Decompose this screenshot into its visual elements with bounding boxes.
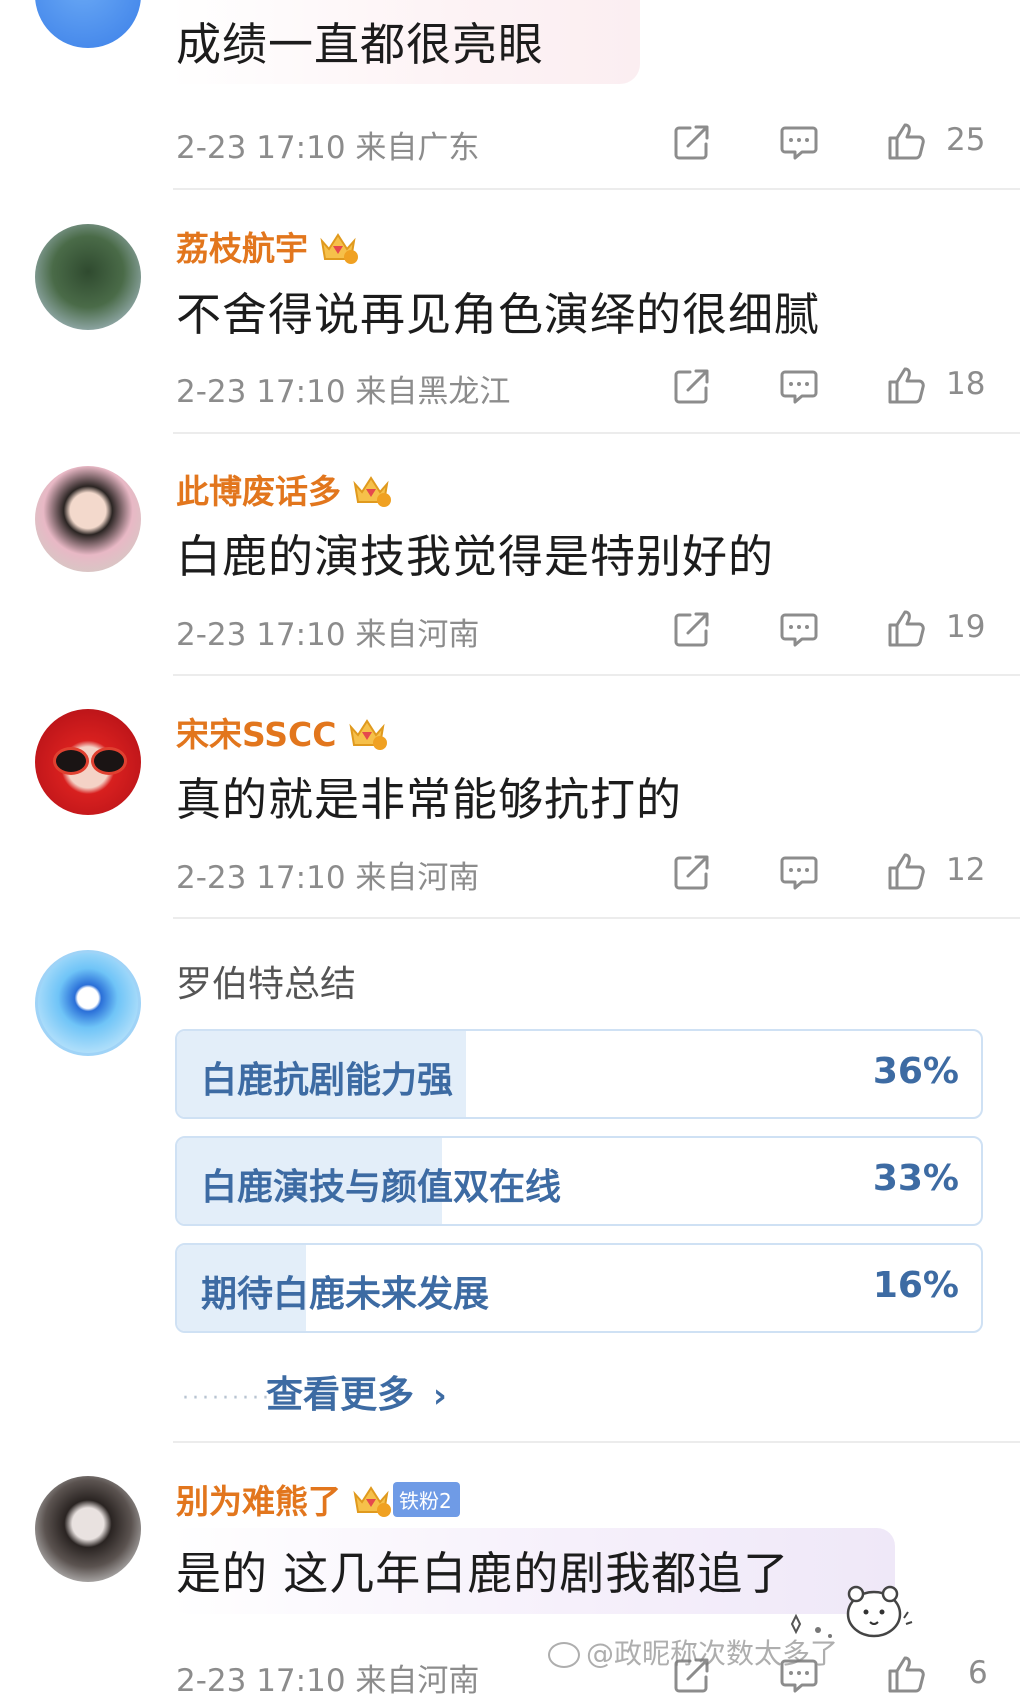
poll-option-percent: 36% bbox=[872, 1051, 959, 1092]
like-count: 18 bbox=[946, 366, 986, 402]
like-icon[interactable] bbox=[884, 120, 928, 164]
like-count: 6 bbox=[968, 1655, 988, 1691]
crown-icon bbox=[348, 719, 387, 750]
like-count: 25 bbox=[946, 122, 986, 158]
poll-option[interactable]: 白鹿演技与颜值双在线 33% bbox=[175, 1136, 983, 1226]
like-icon[interactable] bbox=[884, 850, 928, 894]
comment-actions: 19 bbox=[0, 607, 1020, 657]
share-icon[interactable] bbox=[670, 364, 714, 408]
view-more-label[interactable]: 查看更多 bbox=[266, 1373, 414, 1416]
like-count: 12 bbox=[946, 852, 986, 888]
comment-icon[interactable] bbox=[777, 607, 821, 651]
comment-text: 真的就是非常能够抗打的 bbox=[176, 773, 683, 826]
crown-icon bbox=[320, 233, 358, 264]
sunglasses-shape bbox=[53, 747, 89, 775]
user-name-text[interactable]: 宋宋SSCC bbox=[176, 708, 337, 756]
divider bbox=[173, 432, 1020, 434]
fan-badge: 铁粉2 bbox=[393, 1481, 460, 1517]
comment-actions: 25 bbox=[0, 120, 1020, 170]
view-more-link[interactable]: 查看更多 › bbox=[266, 1364, 447, 1418]
user-name[interactable]: 荔枝航宇 bbox=[176, 222, 358, 270]
comment-icon[interactable] bbox=[777, 850, 821, 894]
user-name[interactable]: 宋宋SSCC bbox=[176, 708, 387, 756]
like-icon[interactable] bbox=[884, 607, 928, 651]
weibo-logo-icon bbox=[548, 1642, 580, 1668]
share-icon[interactable] bbox=[670, 120, 714, 164]
sunglasses-shape bbox=[91, 747, 127, 775]
comment-icon[interactable] bbox=[777, 364, 821, 408]
poll-option-percent: 33% bbox=[872, 1158, 959, 1199]
crown-icon bbox=[353, 1486, 391, 1517]
poll-option-label: 白鹿抗剧能力强 bbox=[201, 1060, 454, 1101]
avatar[interactable] bbox=[35, 709, 141, 815]
user-name-text[interactable]: 荔枝航宇 bbox=[176, 222, 308, 270]
user-name[interactable]: 别为难熊了 铁粉2 bbox=[176, 1475, 460, 1523]
avatar[interactable] bbox=[35, 466, 141, 572]
poll-option-percent: 16% bbox=[872, 1265, 959, 1306]
divider bbox=[173, 188, 1020, 190]
like-count: 19 bbox=[946, 609, 986, 645]
share-icon[interactable] bbox=[670, 850, 714, 894]
dotted-leader: ········· bbox=[182, 1386, 272, 1411]
poll-option[interactable]: 期待白鹿未来发展 16% bbox=[175, 1243, 983, 1333]
comment-actions: 6 bbox=[0, 1653, 1020, 1703]
robot-avatar[interactable] bbox=[35, 950, 141, 1056]
avatar[interactable] bbox=[35, 1476, 141, 1582]
comment-text: 成绩一直都很亮眼 bbox=[176, 18, 545, 71]
divider bbox=[173, 1441, 1020, 1443]
chevron-right-icon: › bbox=[432, 1376, 447, 1416]
user-name-text[interactable]: 此博废话多 bbox=[176, 465, 341, 513]
divider bbox=[173, 674, 1020, 676]
comment-actions: 18 bbox=[0, 364, 1020, 414]
user-name-text[interactable]: 别为难熊了 bbox=[176, 1475, 341, 1523]
avatar[interactable] bbox=[35, 224, 141, 330]
avatar[interactable] bbox=[35, 0, 141, 48]
watermark-text: @政昵称次数太多了 bbox=[586, 1637, 839, 1670]
comment-actions: 12 bbox=[0, 850, 1020, 900]
crown-icon bbox=[353, 476, 391, 507]
like-icon[interactable] bbox=[884, 1653, 928, 1697]
divider bbox=[173, 917, 1020, 919]
poll-option-label: 白鹿演技与颜值双在线 bbox=[201, 1167, 562, 1208]
poll-title: 罗伯特总结 bbox=[176, 964, 357, 1005]
comment-icon[interactable] bbox=[777, 120, 821, 164]
share-icon[interactable] bbox=[670, 607, 714, 651]
poll-option-label: 期待白鹿未来发展 bbox=[201, 1274, 490, 1315]
like-icon[interactable] bbox=[884, 364, 928, 408]
watermark: @政昵称次数太多了 bbox=[548, 1632, 838, 1672]
comment-text: 白鹿的演技我觉得是特别好的 bbox=[176, 530, 775, 583]
poll-option[interactable]: 白鹿抗剧能力强 36% bbox=[175, 1029, 983, 1119]
user-name[interactable]: 此博废话多 bbox=[176, 465, 391, 513]
comment-text: 是的 这几年白鹿的剧我都追了 bbox=[176, 1547, 790, 1600]
comment-text: 不舍得说再见角色演绎的很细腻 bbox=[176, 288, 821, 341]
